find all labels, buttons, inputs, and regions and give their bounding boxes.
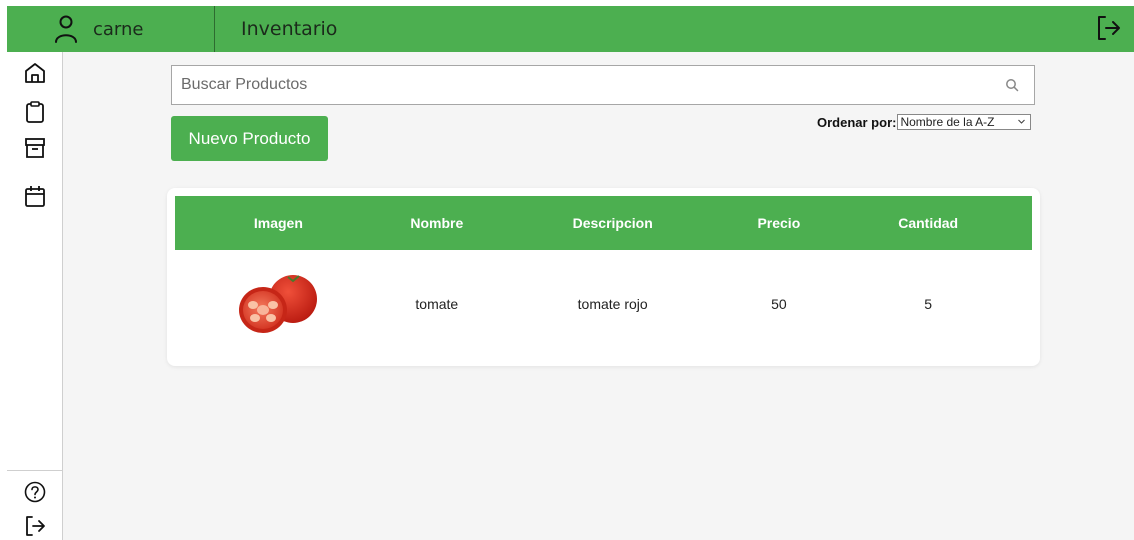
top-bar: carne Inventario	[7, 6, 1134, 52]
logout-icon[interactable]	[24, 514, 46, 538]
chevron-down-icon	[1018, 119, 1026, 124]
cell-descripcion: tomate rojo	[577, 296, 648, 312]
column-header-cantidad: Cantidad	[898, 215, 959, 231]
table-row[interactable]: tomate tomate rojo 50 5	[175, 250, 1032, 358]
cell-precio: 50	[771, 296, 787, 312]
new-product-button[interactable]: Nuevo Producto	[171, 116, 328, 161]
products-table-card: Imagen Nombre Descripcion Precio Cantida…	[167, 188, 1040, 366]
column-header-descripcion: Descripcion	[572, 215, 653, 231]
calendar-icon[interactable]	[24, 184, 46, 208]
column-header-imagen: Imagen	[253, 215, 303, 231]
column-header-precio: Precio	[757, 215, 801, 231]
sort-control: Ordenar por: Nombre de la A-Z	[817, 114, 1032, 130]
cell-image	[175, 271, 382, 337]
user-block: carne	[7, 6, 215, 52]
main-content: Nuevo Producto Ordenar por: Nombre de la…	[63, 52, 1134, 540]
home-icon[interactable]	[24, 61, 46, 85]
column-header-nombre: Nombre	[410, 215, 464, 231]
cell-nombre: tomate	[415, 296, 459, 312]
page-title: Inventario	[241, 18, 338, 40]
sort-selected-value: Nombre de la A-Z	[900, 115, 995, 129]
table-header: Imagen Nombre Descripcion Precio Cantida…	[175, 196, 1032, 250]
cell-cantidad: 5	[924, 296, 933, 312]
sort-select[interactable]: Nombre de la A-Z	[897, 114, 1032, 130]
search-input[interactable]	[172, 66, 1005, 104]
search-icon[interactable]	[1005, 78, 1019, 92]
user-icon	[55, 15, 77, 43]
sidebar	[7, 52, 63, 540]
logout-icon[interactable]	[1096, 14, 1122, 42]
help-icon[interactable]	[24, 480, 46, 504]
sort-label: Ordenar por:	[817, 114, 897, 130]
clipboard-icon[interactable]	[24, 100, 46, 124]
search-bar[interactable]	[171, 65, 1035, 105]
archive-icon[interactable]	[24, 136, 46, 160]
sidebar-divider	[7, 470, 63, 471]
tomato-image	[239, 275, 318, 333]
username: carne	[93, 18, 144, 40]
